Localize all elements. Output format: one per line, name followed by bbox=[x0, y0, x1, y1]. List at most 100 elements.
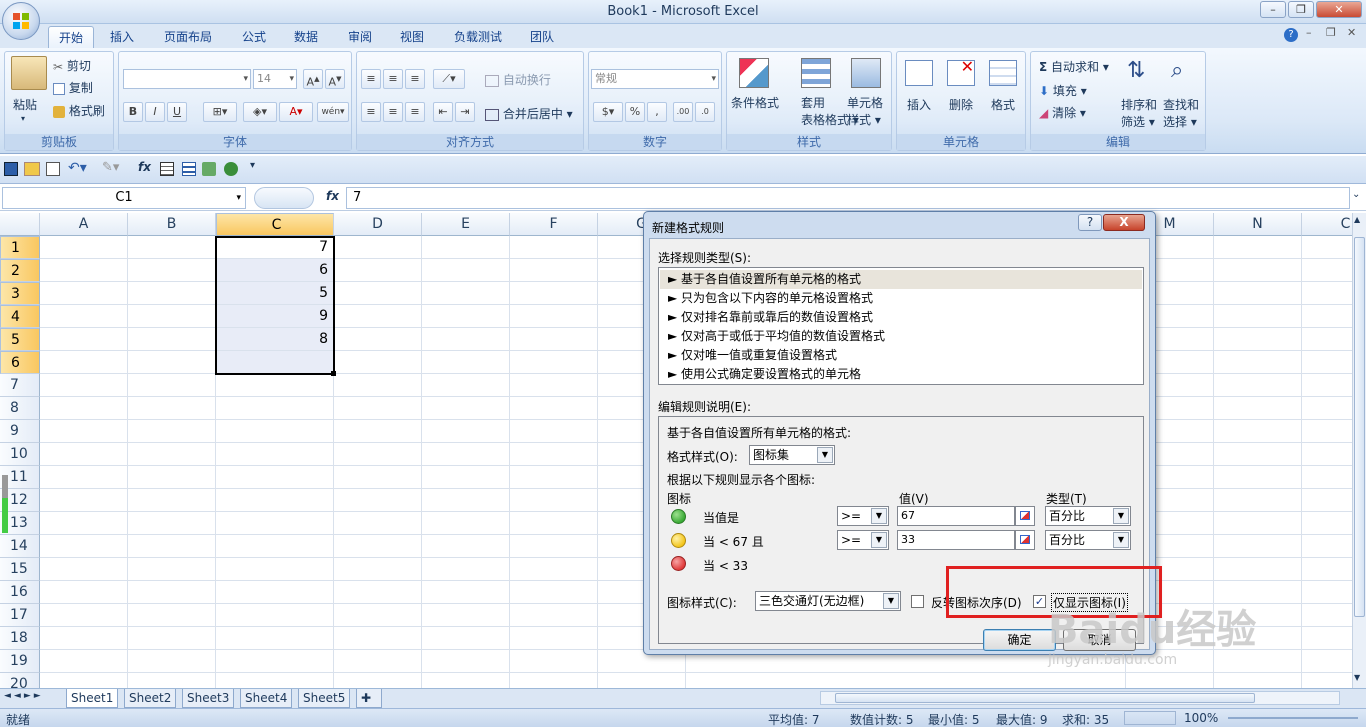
row-header[interactable]: 1 bbox=[0, 236, 40, 259]
cell[interactable] bbox=[510, 489, 598, 512]
cell[interactable] bbox=[334, 397, 422, 420]
print-preview-icon[interactable] bbox=[46, 162, 60, 176]
vertical-scrollbar[interactable]: ▲ ▼ bbox=[1352, 213, 1366, 688]
cell[interactable] bbox=[1302, 466, 1352, 489]
cell[interactable] bbox=[40, 604, 128, 627]
formula-input[interactable]: 7 bbox=[346, 187, 1350, 209]
italic-button[interactable]: I bbox=[145, 102, 165, 122]
cell[interactable] bbox=[1302, 558, 1352, 581]
fill-color-button[interactable]: ◈▾ bbox=[243, 102, 277, 122]
border-button[interactable]: ⊞▾ bbox=[203, 102, 237, 122]
fill-button[interactable]: ⬇ 填充 ▾ bbox=[1039, 82, 1087, 99]
restore-button[interactable]: ❐ bbox=[1288, 1, 1314, 18]
sheet-tab-4[interactable]: Sheet4 bbox=[240, 689, 293, 708]
row-header[interactable]: 9 bbox=[0, 420, 40, 443]
conditional-format-button[interactable]: 条件格式 bbox=[731, 94, 779, 111]
tab-team[interactable]: 团队 bbox=[520, 26, 564, 48]
cell[interactable] bbox=[128, 627, 216, 650]
cell[interactable] bbox=[1302, 512, 1352, 535]
cell[interactable] bbox=[1302, 627, 1352, 650]
cell[interactable] bbox=[334, 305, 422, 328]
find-select-button[interactable]: 查找和 选择 ▾ bbox=[1163, 96, 1199, 130]
cell[interactable] bbox=[334, 535, 422, 558]
cell[interactable] bbox=[1214, 489, 1302, 512]
new-sheet-icon[interactable]: ✚ bbox=[356, 689, 382, 708]
cell[interactable] bbox=[216, 466, 334, 489]
cell[interactable] bbox=[334, 489, 422, 512]
sheet-tab-1[interactable]: Sheet1 bbox=[66, 689, 119, 708]
reverse-order-checkbox[interactable] bbox=[911, 595, 924, 608]
cell[interactable] bbox=[510, 558, 598, 581]
rule-type-item[interactable]: ► 仅对高于或低于平均值的数值设置格式 bbox=[660, 327, 1142, 346]
cell[interactable] bbox=[422, 489, 510, 512]
cell[interactable] bbox=[1302, 420, 1352, 443]
cell[interactable] bbox=[510, 351, 598, 374]
row-header[interactable]: 5 bbox=[0, 328, 40, 351]
cell[interactable] bbox=[1214, 374, 1302, 397]
rule-type-item[interactable]: ► 只为包含以下内容的单元格设置格式 bbox=[660, 289, 1142, 308]
cell[interactable] bbox=[128, 466, 216, 489]
save-icon[interactable] bbox=[4, 162, 18, 176]
cell[interactable]: 5 bbox=[216, 282, 334, 305]
row-header[interactable]: 2 bbox=[0, 259, 40, 282]
horizontal-scrollbar[interactable] bbox=[820, 691, 1340, 705]
col-header-f[interactable]: F bbox=[510, 213, 598, 236]
cell[interactable] bbox=[128, 558, 216, 581]
cell[interactable] bbox=[1214, 512, 1302, 535]
cell[interactable] bbox=[1302, 581, 1352, 604]
cell[interactable] bbox=[422, 351, 510, 374]
row-header[interactable]: 17 bbox=[0, 604, 40, 627]
cell[interactable] bbox=[128, 650, 216, 673]
autosum-button[interactable]: Σ 自动求和 ▾ bbox=[1039, 58, 1109, 75]
cell[interactable] bbox=[510, 627, 598, 650]
cell[interactable] bbox=[334, 374, 422, 397]
sheet-tab-5[interactable]: Sheet5 bbox=[298, 689, 351, 708]
cut-button[interactable]: ✂ 剪切 bbox=[53, 57, 91, 74]
cell[interactable] bbox=[1214, 236, 1302, 259]
cell[interactable] bbox=[334, 236, 422, 259]
cell[interactable] bbox=[40, 466, 128, 489]
tab-data[interactable]: 数据 bbox=[284, 26, 328, 48]
cell[interactable] bbox=[128, 282, 216, 305]
decrease-indent-button[interactable]: ⇤ bbox=[433, 102, 453, 122]
row-header[interactable]: 10 bbox=[0, 443, 40, 466]
col-header-c[interactable]: C bbox=[216, 213, 334, 236]
cell-styles-button[interactable]: 单元格 样式 ▾ bbox=[847, 94, 883, 128]
cell[interactable] bbox=[422, 604, 510, 627]
cell[interactable] bbox=[510, 604, 598, 627]
cell[interactable] bbox=[40, 305, 128, 328]
col-header-n[interactable]: N bbox=[1214, 213, 1302, 236]
cell[interactable] bbox=[510, 443, 598, 466]
cell[interactable] bbox=[216, 535, 334, 558]
cell[interactable] bbox=[40, 420, 128, 443]
align-middle-button[interactable]: ≡ bbox=[383, 69, 403, 89]
cell[interactable] bbox=[422, 627, 510, 650]
cell[interactable] bbox=[510, 374, 598, 397]
decrease-decimal-button[interactable]: .0 bbox=[695, 102, 715, 122]
align-right-button[interactable]: ≡ bbox=[405, 102, 425, 122]
cell[interactable] bbox=[216, 420, 334, 443]
cell[interactable] bbox=[422, 512, 510, 535]
cell[interactable] bbox=[510, 512, 598, 535]
cell[interactable] bbox=[334, 673, 422, 688]
cell[interactable] bbox=[334, 627, 422, 650]
operator-select-2[interactable]: >= ▼ bbox=[837, 530, 889, 550]
comma-button[interactable]: , bbox=[647, 102, 667, 122]
cell[interactable] bbox=[334, 581, 422, 604]
cell[interactable] bbox=[1214, 305, 1302, 328]
zoom-level[interactable]: 100% bbox=[1184, 711, 1218, 725]
row-header[interactable]: 15 bbox=[0, 558, 40, 581]
cell[interactable]: 8 bbox=[216, 328, 334, 351]
cell[interactable] bbox=[1214, 443, 1302, 466]
tab-insert[interactable]: 插入 bbox=[100, 26, 144, 48]
view-buttons[interactable] bbox=[1124, 711, 1176, 725]
row-header[interactable]: 7 bbox=[0, 374, 40, 397]
cell[interactable] bbox=[510, 305, 598, 328]
cell[interactable] bbox=[510, 236, 598, 259]
format-painter-button[interactable]: 格式刷 bbox=[53, 102, 105, 119]
cell-ref-icon[interactable] bbox=[1015, 506, 1035, 526]
insert-function-button[interactable]: fx bbox=[326, 189, 339, 203]
globe-icon[interactable] bbox=[224, 162, 238, 176]
cell[interactable] bbox=[334, 351, 422, 374]
cell[interactable] bbox=[422, 328, 510, 351]
